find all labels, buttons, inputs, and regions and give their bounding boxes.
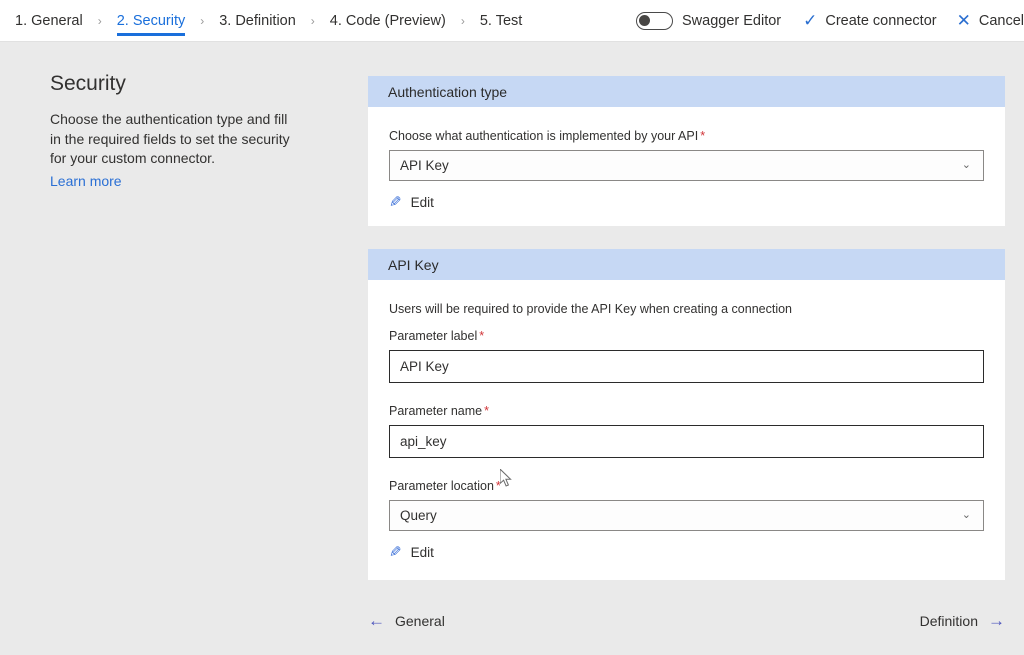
wizard-step-definition[interactable]: 3. Definition bbox=[210, 0, 305, 42]
wizard-step-breadcrumb: 1. General › 2. Security › 3. Definition… bbox=[0, 0, 531, 42]
arrow-right-icon: → bbox=[988, 612, 1005, 629]
breadcrumb-chevron-icon: › bbox=[194, 0, 210, 42]
page-description: Choose the authentication type and fill … bbox=[50, 110, 300, 169]
create-connector-label: Create connector bbox=[825, 13, 936, 29]
toggle-switch-knob bbox=[639, 15, 650, 26]
cancel-label: Cancel bbox=[979, 13, 1024, 29]
previous-step-label: General bbox=[395, 613, 445, 629]
parameter-name-field-label: Parameter name* bbox=[389, 404, 984, 418]
parameter-location-label-text: Parameter location bbox=[389, 479, 494, 493]
next-step-button[interactable]: Definition → bbox=[920, 612, 1005, 629]
swagger-editor-toggle-label: Swagger Editor bbox=[682, 13, 781, 29]
swagger-editor-toggle[interactable]: Swagger Editor bbox=[636, 12, 781, 30]
command-actions: Swagger Editor ✓ Create connector ✕ Canc… bbox=[636, 0, 1024, 42]
parameter-name-label-text: Parameter name bbox=[389, 404, 482, 418]
previous-step-button[interactable]: ← General bbox=[368, 612, 445, 629]
edit-api-key-button[interactable]: ✎ Edit bbox=[389, 545, 434, 560]
close-icon: ✕ bbox=[957, 12, 971, 29]
required-asterisk: * bbox=[479, 329, 484, 343]
learn-more-link[interactable]: Learn more bbox=[50, 173, 122, 189]
authentication-type-label-text: Choose what authentication is implemente… bbox=[389, 129, 698, 143]
page-title: Security bbox=[50, 72, 300, 96]
cancel-button[interactable]: ✕ Cancel bbox=[957, 12, 1024, 29]
api-key-card: API Key Users will be required to provid… bbox=[368, 249, 1005, 580]
authentication-type-dropdown[interactable]: API Key ⌄ bbox=[389, 150, 984, 181]
security-info-panel: Security Choose the authentication type … bbox=[50, 72, 300, 191]
edit-authentication-type-button[interactable]: ✎ Edit bbox=[389, 195, 434, 210]
create-connector-button[interactable]: ✓ Create connector bbox=[803, 12, 936, 29]
edit-api-key-label: Edit bbox=[411, 545, 434, 560]
chevron-down-icon: ⌄ bbox=[962, 510, 971, 521]
authentication-type-card-body: Choose what authentication is implemente… bbox=[368, 107, 1005, 226]
toggle-switch-track[interactable] bbox=[636, 12, 673, 30]
parameter-name-input-value: api_key bbox=[400, 434, 447, 449]
chevron-down-icon: ⌄ bbox=[962, 160, 971, 171]
api-key-card-body: Users will be required to provide the AP… bbox=[368, 280, 1005, 580]
next-step-label: Definition bbox=[920, 613, 978, 629]
api-key-helper-text: Users will be required to provide the AP… bbox=[389, 302, 984, 316]
edit-authentication-type-label: Edit bbox=[411, 195, 434, 210]
parameter-label-field-label: Parameter label* bbox=[389, 329, 984, 343]
pencil-icon: ✎ bbox=[389, 195, 402, 210]
breadcrumb-chevron-icon: › bbox=[305, 0, 321, 42]
breadcrumb-chevron-icon: › bbox=[92, 0, 108, 42]
authentication-type-card-header: Authentication type bbox=[368, 76, 1005, 107]
parameter-label-input-value: API Key bbox=[400, 359, 449, 374]
parameter-label-label-text: Parameter label bbox=[389, 329, 477, 343]
parameter-location-dropdown-value: Query bbox=[400, 508, 437, 523]
arrow-left-icon: ← bbox=[368, 612, 385, 629]
authentication-type-field-label: Choose what authentication is implemente… bbox=[389, 129, 984, 143]
pencil-icon: ✎ bbox=[389, 545, 402, 560]
breadcrumb-chevron-icon: › bbox=[455, 0, 471, 42]
authentication-type-dropdown-value: API Key bbox=[400, 158, 449, 173]
parameter-label-input[interactable]: API Key bbox=[389, 350, 984, 383]
field-spacer bbox=[389, 383, 984, 404]
field-spacer bbox=[389, 458, 984, 479]
authentication-type-card: Authentication type Choose what authenti… bbox=[368, 76, 1005, 226]
wizard-step-security[interactable]: 2. Security bbox=[108, 0, 195, 42]
wizard-step-test[interactable]: 5. Test bbox=[471, 0, 531, 42]
wizard-step-code-preview[interactable]: 4. Code (Preview) bbox=[321, 0, 455, 42]
required-asterisk: * bbox=[700, 129, 705, 143]
parameter-location-dropdown[interactable]: Query ⌄ bbox=[389, 500, 984, 531]
wizard-step-general[interactable]: 1. General bbox=[6, 0, 92, 42]
required-asterisk: * bbox=[484, 404, 489, 418]
parameter-location-field-label: Parameter location* bbox=[389, 479, 984, 493]
top-command-bar: 1. General › 2. Security › 3. Definition… bbox=[0, 0, 1024, 42]
wizard-footer-navigation: ← General Definition → bbox=[368, 612, 1005, 629]
api-key-card-header: API Key bbox=[368, 249, 1005, 280]
checkmark-icon: ✓ bbox=[803, 12, 817, 29]
required-asterisk: * bbox=[496, 479, 501, 493]
parameter-name-input[interactable]: api_key bbox=[389, 425, 984, 458]
